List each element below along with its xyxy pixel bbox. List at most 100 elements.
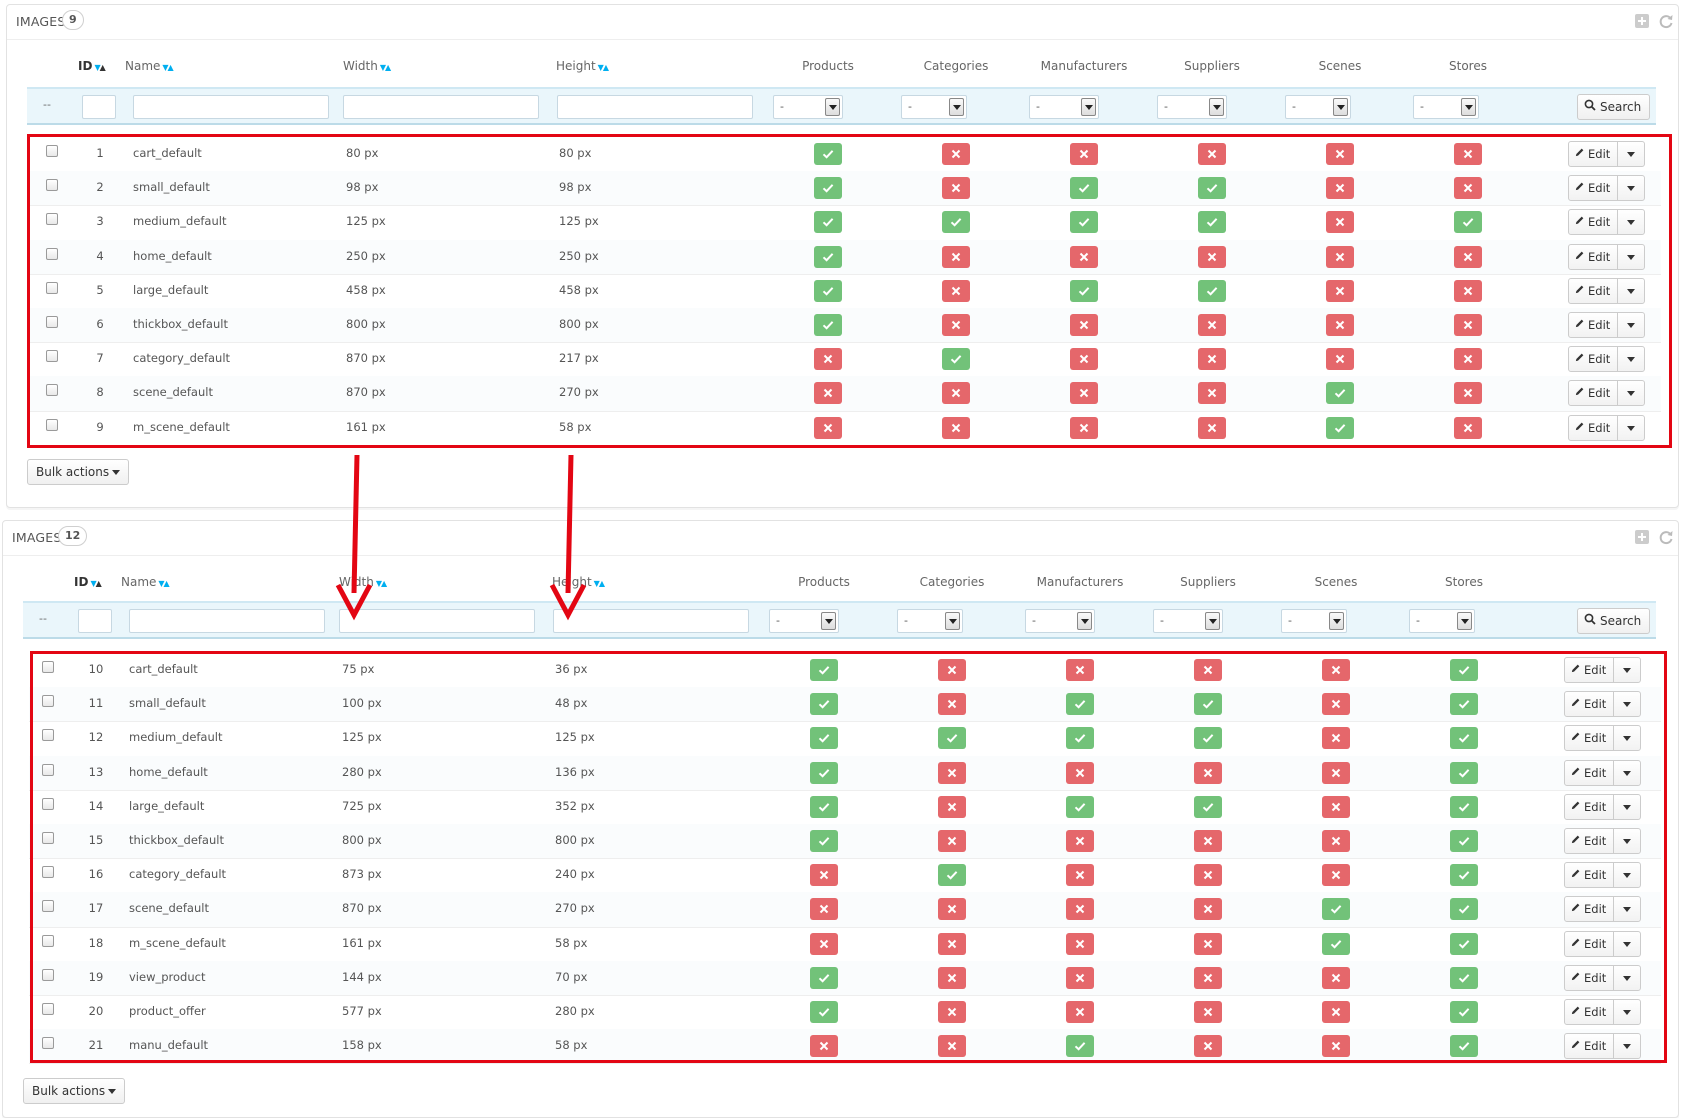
- column-header-scenes[interactable]: Scenes: [1315, 575, 1358, 589]
- row-checkbox[interactable]: [46, 316, 58, 329]
- check-icon-products[interactable]: [814, 177, 842, 200]
- row-actions-dropdown[interactable]: [1618, 347, 1644, 371]
- cross-icon-categories[interactable]: [942, 314, 970, 337]
- edit-button[interactable]: Edit: [1565, 1034, 1615, 1059]
- check-icon-stores[interactable]: [1450, 932, 1478, 955]
- row-checkbox[interactable]: [42, 1037, 54, 1050]
- cross-icon-categories[interactable]: [938, 966, 966, 989]
- filter-name-input[interactable]: [133, 95, 329, 119]
- column-header-products[interactable]: Products: [802, 59, 854, 73]
- filter-scenes-select[interactable]: -: [1285, 95, 1351, 119]
- cross-icon-scenes[interactable]: [1322, 761, 1350, 784]
- cross-icon-manufacturers[interactable]: [1066, 898, 1094, 921]
- cross-icon-manufacturers[interactable]: [1066, 1001, 1094, 1024]
- edit-button[interactable]: Edit: [1569, 176, 1619, 201]
- row-checkbox[interactable]: [42, 832, 54, 845]
- cross-icon-categories[interactable]: [938, 932, 966, 955]
- cross-icon-scenes[interactable]: [1322, 693, 1350, 716]
- check-icon-categories[interactable]: [938, 864, 966, 887]
- cross-icon-stores[interactable]: [1454, 279, 1482, 302]
- row-actions-dropdown[interactable]: [1618, 245, 1644, 269]
- row-checkbox[interactable]: [46, 418, 58, 431]
- cross-icon-manufacturers[interactable]: [1066, 659, 1094, 682]
- row-actions-dropdown[interactable]: [1614, 932, 1640, 956]
- edit-button[interactable]: Edit: [1569, 381, 1619, 406]
- row-checkbox[interactable]: [42, 968, 54, 981]
- edit-button[interactable]: Edit: [1569, 142, 1619, 167]
- cross-icon-suppliers[interactable]: [1198, 348, 1226, 371]
- column-header-height[interactable]: Height ▼▲: [552, 575, 605, 589]
- cross-icon-suppliers[interactable]: [1198, 314, 1226, 337]
- bulk-actions-button[interactable]: Bulk actions: [27, 459, 130, 485]
- refresh-icon[interactable]: [1658, 529, 1674, 545]
- cross-icon-scenes[interactable]: [1326, 279, 1354, 302]
- cross-icon-stores[interactable]: [1454, 245, 1482, 268]
- row-actions-dropdown[interactable]: [1614, 1000, 1640, 1024]
- row-actions-dropdown[interactable]: [1618, 176, 1644, 200]
- row-actions-dropdown[interactable]: [1614, 829, 1640, 853]
- check-icon-suppliers[interactable]: [1198, 211, 1226, 234]
- sort-arrows-icon[interactable]: ▼▲: [594, 579, 605, 588]
- check-icon-products[interactable]: [814, 245, 842, 268]
- column-header-products[interactable]: Products: [798, 575, 850, 589]
- edit-button[interactable]: Edit: [1569, 347, 1619, 372]
- cross-icon-suppliers[interactable]: [1194, 1035, 1222, 1058]
- row-actions-dropdown[interactable]: [1618, 279, 1644, 303]
- column-header-id[interactable]: ID ▼▲: [78, 59, 106, 73]
- column-header-categories[interactable]: Categories: [924, 59, 989, 73]
- check-icon-suppliers[interactable]: [1194, 795, 1222, 818]
- cross-icon-manufacturers[interactable]: [1070, 382, 1098, 405]
- search-button[interactable]: Search: [1577, 94, 1651, 120]
- chevron-down-icon[interactable]: [1333, 98, 1348, 116]
- cross-icon-suppliers[interactable]: [1194, 898, 1222, 921]
- row-actions-dropdown[interactable]: [1614, 897, 1640, 921]
- cross-icon-scenes[interactable]: [1326, 177, 1354, 200]
- cross-icon-manufacturers[interactable]: [1066, 966, 1094, 989]
- edit-button[interactable]: Edit: [1569, 415, 1619, 440]
- check-icon-stores[interactable]: [1450, 693, 1478, 716]
- cross-icon-suppliers[interactable]: [1194, 932, 1222, 955]
- filter-height-input[interactable]: [557, 95, 753, 119]
- check-icon-manufacturers[interactable]: [1066, 1035, 1094, 1058]
- column-header-manufacturers[interactable]: Manufacturers: [1037, 575, 1124, 589]
- check-icon-products[interactable]: [810, 830, 838, 853]
- check-icon-stores[interactable]: [1454, 211, 1482, 234]
- column-header-name[interactable]: Name ▼▲: [121, 575, 170, 589]
- chevron-down-icon[interactable]: [949, 98, 964, 116]
- row-actions-dropdown[interactable]: [1614, 658, 1640, 682]
- row-actions-dropdown[interactable]: [1614, 795, 1640, 819]
- cross-icon-scenes[interactable]: [1322, 795, 1350, 818]
- cross-icon-scenes[interactable]: [1322, 864, 1350, 887]
- row-actions-dropdown[interactable]: [1618, 142, 1644, 166]
- cross-icon-manufacturers[interactable]: [1070, 245, 1098, 268]
- add-icon[interactable]: [1634, 529, 1650, 545]
- check-icon-categories[interactable]: [938, 727, 966, 750]
- check-icon-stores[interactable]: [1450, 898, 1478, 921]
- cross-icon-manufacturers[interactable]: [1070, 348, 1098, 371]
- cross-icon-manufacturers[interactable]: [1066, 932, 1094, 955]
- row-checkbox[interactable]: [42, 866, 54, 879]
- check-icon-stores[interactable]: [1450, 795, 1478, 818]
- cross-icon-categories[interactable]: [938, 693, 966, 716]
- edit-button[interactable]: Edit: [1565, 897, 1615, 922]
- cross-icon-categories[interactable]: [938, 761, 966, 784]
- row-checkbox[interactable]: [46, 247, 58, 260]
- check-icon-products[interactable]: [814, 143, 842, 166]
- cross-icon-categories[interactable]: [942, 279, 970, 302]
- cross-icon-suppliers[interactable]: [1194, 1001, 1222, 1024]
- filter-width-input[interactable]: [339, 609, 535, 633]
- cross-icon-manufacturers[interactable]: [1070, 143, 1098, 166]
- row-checkbox[interactable]: [46, 350, 58, 363]
- sort-arrows-icon[interactable]: ▼▲: [162, 63, 173, 72]
- chevron-down-icon[interactable]: [1077, 612, 1092, 630]
- filter-suppliers-select[interactable]: -: [1157, 95, 1227, 119]
- check-icon-products[interactable]: [810, 659, 838, 682]
- cross-icon-products[interactable]: [810, 898, 838, 921]
- cross-icon-suppliers[interactable]: [1194, 830, 1222, 853]
- cross-icon-products[interactable]: [810, 1035, 838, 1058]
- cross-icon-suppliers[interactable]: [1198, 416, 1226, 439]
- cross-icon-scenes[interactable]: [1322, 1035, 1350, 1058]
- cross-icon-products[interactable]: [814, 348, 842, 371]
- check-icon-stores[interactable]: [1450, 830, 1478, 853]
- chevron-down-icon[interactable]: [1461, 98, 1476, 116]
